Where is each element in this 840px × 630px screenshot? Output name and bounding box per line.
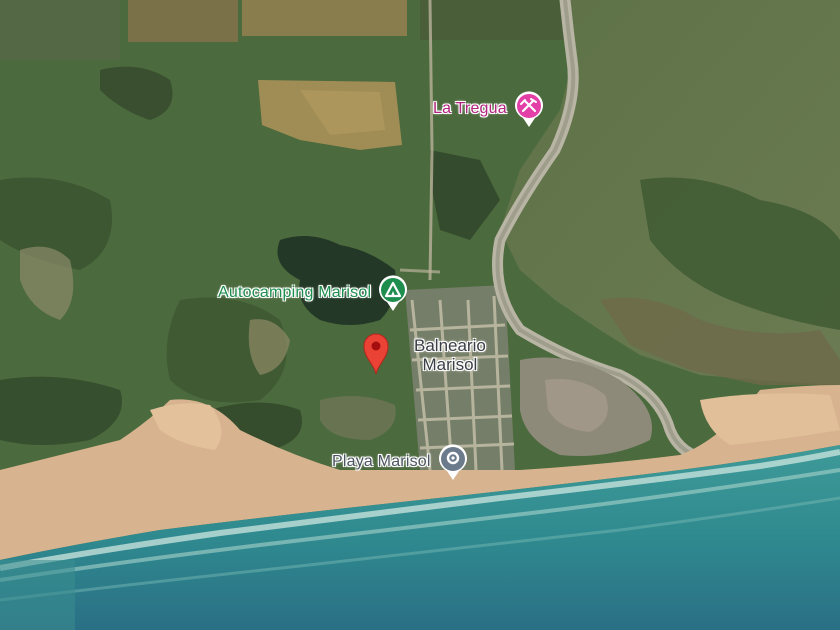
poi-label: Playa Marisol xyxy=(332,453,431,470)
campground-icon[interactable] xyxy=(377,274,409,312)
beach-location-icon[interactable] xyxy=(437,443,469,481)
poi-label: La Tregua xyxy=(433,100,507,117)
poi-la-tregua[interactable]: La Tregua xyxy=(433,90,545,128)
satellite-map[interactable]: La Tregua Autocamping Marisol Playa Mari… xyxy=(0,0,840,630)
poi-autocamping-marisol[interactable]: Autocamping Marisol xyxy=(218,274,409,312)
selected-place-name[interactable]: Balneario Marisol xyxy=(414,336,486,374)
poi-label: Autocamping Marisol xyxy=(218,284,372,301)
poi-playa-marisol[interactable]: Playa Marisol xyxy=(332,443,469,481)
place-name-line: Marisol xyxy=(422,355,478,374)
hiking-axe-icon[interactable] xyxy=(513,90,545,128)
place-name-line: Balneario xyxy=(414,336,486,355)
satellite-imagery xyxy=(0,0,840,630)
red-location-pin-icon[interactable] xyxy=(362,331,390,375)
